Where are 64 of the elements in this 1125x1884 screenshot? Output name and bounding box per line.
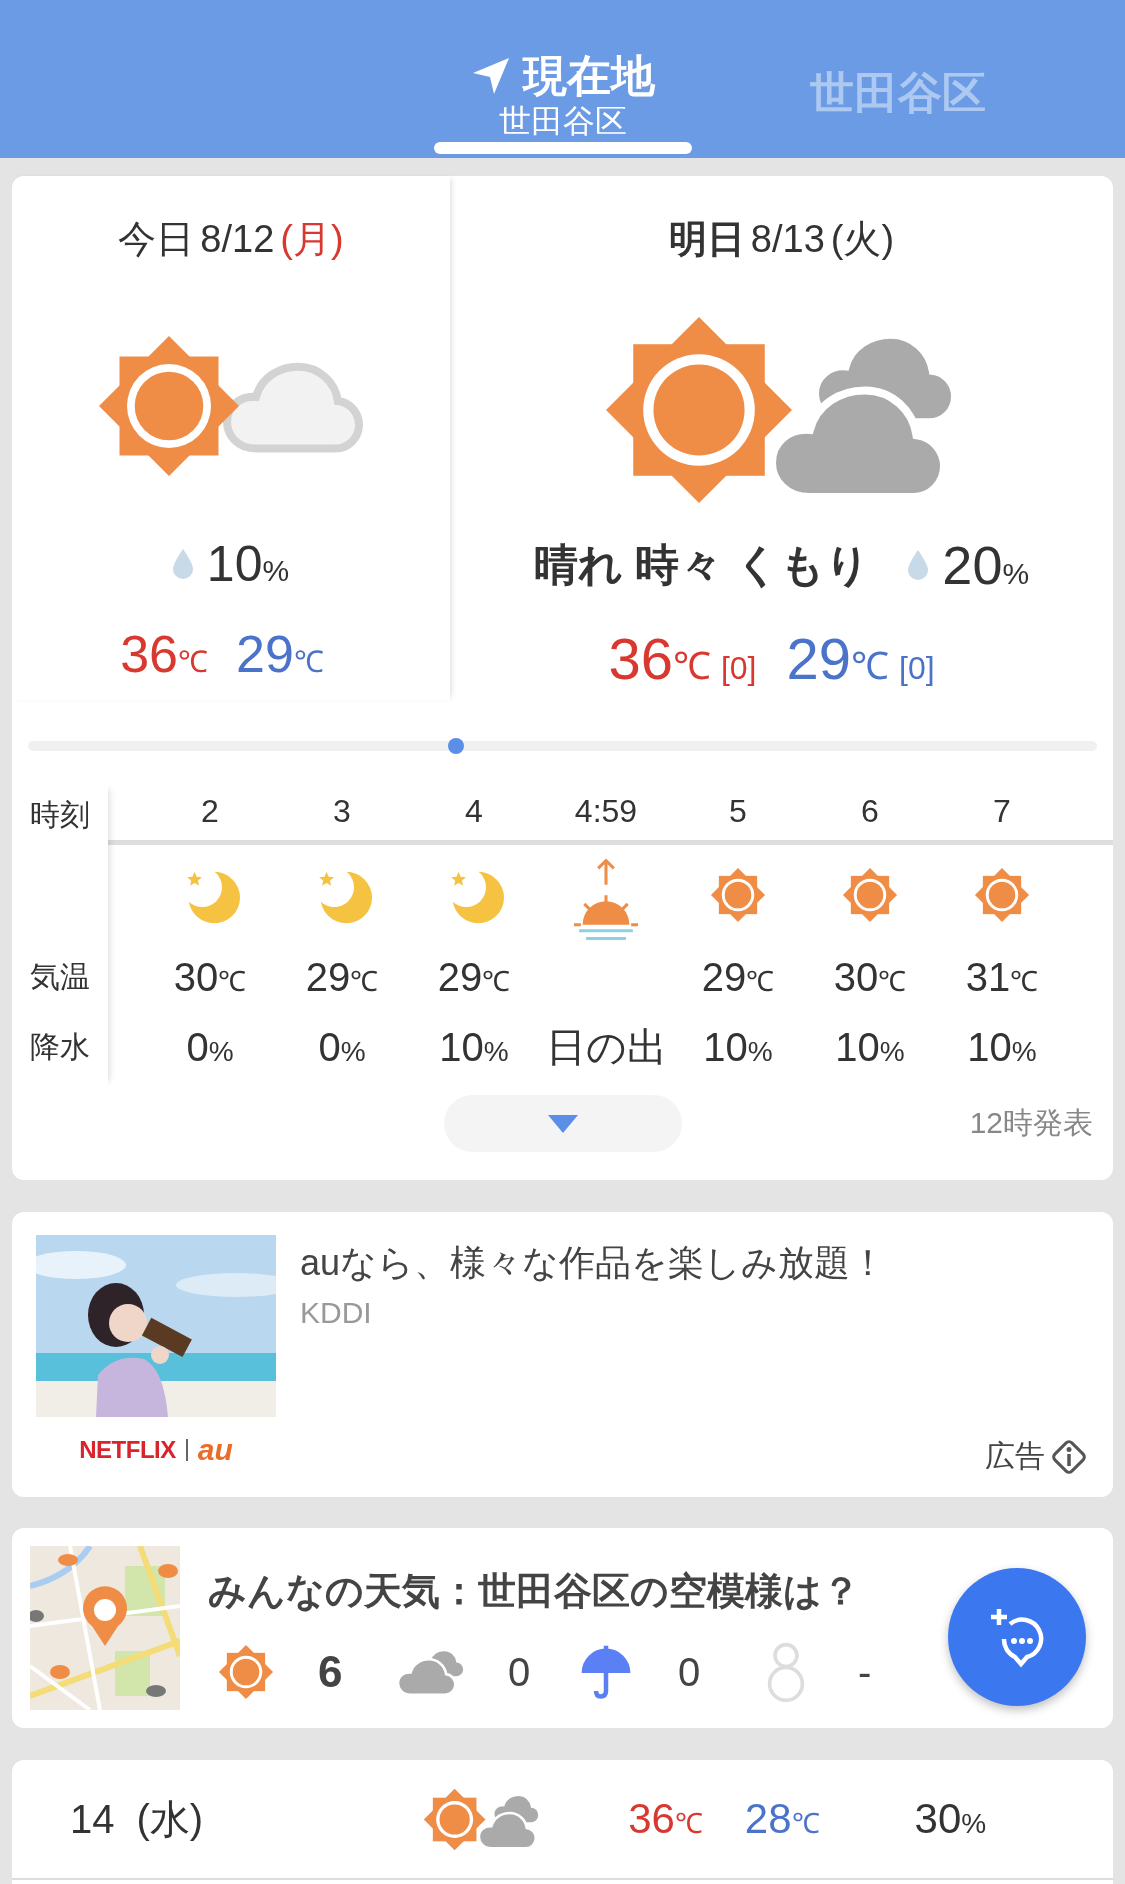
community-title: みんなの天気：世田谷区の空模様は？ <box>208 1569 861 1614</box>
ad-label: 広告 <box>985 1438 1045 1474</box>
post-button[interactable] <box>948 1568 1086 1706</box>
report-count: 0 <box>678 1649 701 1695</box>
temp-change: [0] <box>899 650 935 687</box>
caret-icon <box>547 1114 578 1133</box>
date-text: 8/12 <box>200 217 275 262</box>
slider-thumb[interactable] <box>447 738 464 754</box>
high-temp: 36℃ <box>628 1795 703 1843</box>
hour-temp: 31℃ <box>965 955 1039 1000</box>
hour-label: 3 <box>333 792 351 831</box>
report-count: 6 <box>318 1647 343 1697</box>
raindrop-icon <box>908 550 929 580</box>
ad-title: auなら、様々な作品を楽しみ放題！ <box>300 1241 888 1285</box>
issued-time: 12時発表 <box>969 1105 1093 1141</box>
report-count: - <box>858 1649 872 1695</box>
day-label: 明日 <box>668 217 745 262</box>
report-count: 0 <box>508 1649 531 1695</box>
hour-temp: 30℃ <box>833 955 907 1000</box>
low-temp: 29℃ <box>236 624 325 684</box>
brand-logo: au <box>197 1433 233 1467</box>
hour-precip: 0% <box>318 1025 366 1070</box>
ad-card[interactable]: NETFLIX au auなら、様々な作品を楽しみ放題！ KDDI 広告 <box>12 1212 1113 1497</box>
hour-label: 5 <box>729 792 747 831</box>
raindrop-icon <box>172 549 193 579</box>
low-temp: 28℃ <box>744 1795 820 1843</box>
hour-precip: 10% <box>439 1025 509 1070</box>
high-temp: 36℃ <box>608 625 711 692</box>
community-card[interactable]: みんなの天気：世田谷区の空模様は？ 6 0 0 - <box>12 1528 1113 1728</box>
brand-logo: NETFLIX <box>79 1436 176 1464</box>
hour-precip: 10% <box>703 1025 773 1070</box>
hour-label: 4 <box>465 792 483 831</box>
date-text: 8/13 <box>750 217 825 262</box>
hour-label: 6 <box>861 792 879 831</box>
row-label: 降水 <box>30 1029 91 1065</box>
location-arrow-icon <box>471 56 511 96</box>
weekday-text: (月) <box>280 217 344 262</box>
low-temp: 29℃ <box>786 625 889 692</box>
row-label: 気温 <box>30 959 91 995</box>
precip-text: 20% <box>942 534 1030 596</box>
hour-temp: 30℃ <box>173 955 247 1000</box>
hour-label: 4:59 <box>574 792 638 831</box>
sun-clouds-icon <box>423 1787 542 1851</box>
precip-text: 30% <box>914 1795 987 1843</box>
weekday-text: (火) <box>830 217 895 262</box>
hour-label: 2 <box>201 792 219 831</box>
hour-precip: 10% <box>967 1025 1037 1070</box>
row-label: 時刻 <box>30 796 91 833</box>
day-number: 14 <box>70 1796 115 1842</box>
weekday-text: (水) <box>136 1795 204 1843</box>
hour-temp: 29℃ <box>701 955 775 1000</box>
event-label: 日の出 <box>545 1024 667 1071</box>
hour-precip: 10% <box>835 1025 905 1070</box>
high-temp: 36℃ <box>120 624 209 684</box>
condition-text: 晴れ 時々 くもり <box>533 538 871 591</box>
hour-temp: 29℃ <box>305 955 379 1000</box>
hour-label: 7 <box>993 792 1011 831</box>
timeline-slider[interactable] <box>28 741 1097 751</box>
hour-temp: 29℃ <box>437 955 511 1000</box>
temp-change: [0] <box>720 650 757 687</box>
advertiser-text: KDDI <box>300 1296 373 1330</box>
precip-text: 10% <box>206 535 290 593</box>
hour-precip: 0% <box>186 1025 234 1070</box>
day-label: 今日 <box>118 217 195 262</box>
